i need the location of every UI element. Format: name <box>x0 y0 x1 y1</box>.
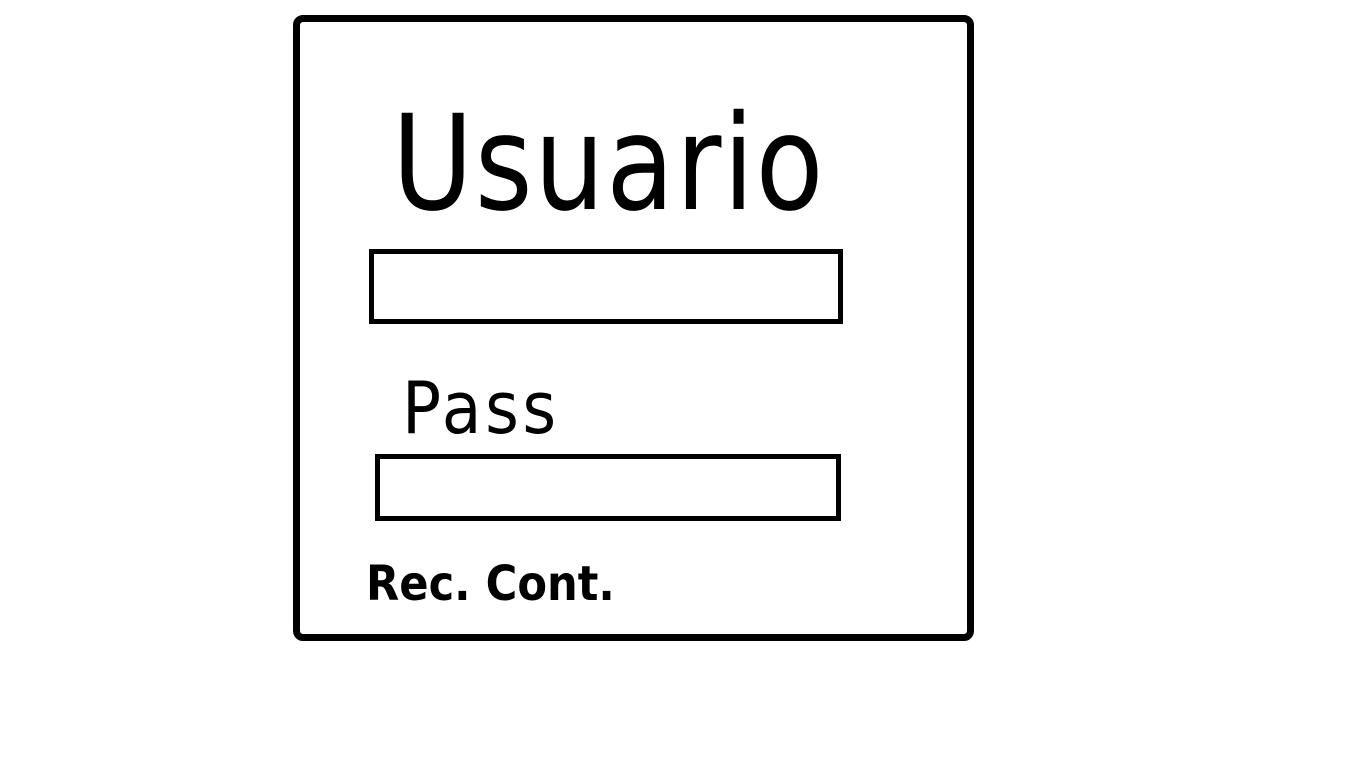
recover-password-link[interactable]: Rec. Cont. <box>366 560 615 608</box>
password-field[interactable] <box>375 454 841 521</box>
sketch-canvas: Usuario Pass Rec. Cont. <box>0 0 1366 768</box>
username-label: Usuario <box>392 87 826 241</box>
username-field[interactable] <box>369 249 843 324</box>
password-label: Pass <box>402 366 560 450</box>
